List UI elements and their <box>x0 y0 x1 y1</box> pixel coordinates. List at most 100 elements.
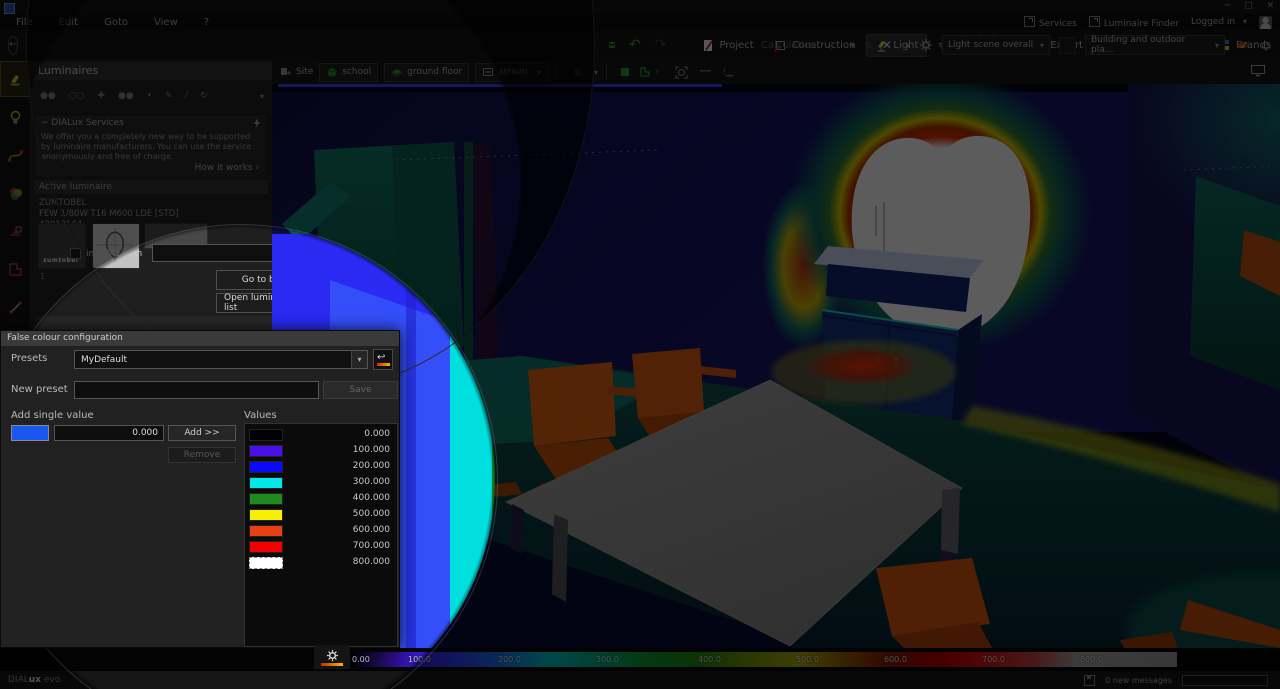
value-row[interactable]: 600.000 <box>245 523 397 539</box>
luminaire-thumbnail-photo[interactable]: zumtobel <box>38 223 86 269</box>
single-point-icon[interactable]: • <box>147 91 152 101</box>
list-options-icon[interactable]: ⋮ <box>826 39 837 52</box>
measure-line-icon[interactable]: ╍╍ <box>700 67 711 77</box>
values-label: Values <box>244 410 277 421</box>
move-icon[interactable]: ✚ <box>97 91 105 101</box>
site-mode-button[interactable]: Site <box>280 66 313 78</box>
sidebar-item-colours[interactable] <box>1 176 29 210</box>
value-row[interactable]: 400.000 <box>245 491 397 507</box>
preset-value: MyDefault <box>75 355 351 365</box>
breadcrumb-storey[interactable]: ground floor <box>384 63 469 82</box>
dwg-plan-option[interactable]: in DWG plan <box>70 248 142 259</box>
zoom-fit-icon <box>675 66 688 79</box>
value-row[interactable]: 800.000 <box>245 555 397 571</box>
value-row[interactable]: 300.000 <box>245 475 397 491</box>
presets-label: Presets <box>11 353 47 364</box>
redo-icon[interactable]: ↷ <box>655 37 667 53</box>
pair-tool-icon[interactable]: ●● <box>40 91 56 101</box>
breadcrumb-room[interactable]: atrium ▾ <box>475 63 548 82</box>
new-value-colour-swatch[interactable] <box>11 425 49 441</box>
cancel-calculation-icon[interactable]: ✕ <box>882 38 892 52</box>
value-colour-swatch <box>249 461 283 473</box>
sidebar-item-floorplan[interactable] <box>1 252 29 286</box>
false-colour-icon[interactable] <box>1234 39 1251 51</box>
chevron-down-icon[interactable]: ▾ <box>851 41 855 50</box>
value-colour-swatch <box>249 509 283 521</box>
gear-icon[interactable] <box>919 38 933 52</box>
sidebar-item-light-scenes[interactable] <box>1 138 29 172</box>
draw-line-icon[interactable]: ✎ <box>165 91 173 101</box>
edit-icon[interactable]: ✎ <box>864 39 873 52</box>
undo-icon[interactable]: ↶ <box>629 37 641 53</box>
zoom-fit-button[interactable] <box>675 66 688 79</box>
remove-value-button[interactable]: Remove <box>168 447 236 463</box>
reset-preset-button[interactable]: ↩ <box>373 349 393 370</box>
messages-label[interactable]: 0 new messages <box>1105 676 1172 685</box>
sidebar-item-luminaires[interactable] <box>1 62 29 96</box>
floorplan-view-button[interactable]: › <box>639 66 659 78</box>
sidebar-item-furniture[interactable] <box>1 214 29 248</box>
scene-3d-view[interactable] <box>272 84 1280 648</box>
dwg-checkbox[interactable] <box>70 248 81 259</box>
light-scene-dropdown[interactable]: Light scene overall▾ <box>942 35 1050 55</box>
monitor-icon <box>1250 64 1266 77</box>
bell-icon[interactable] <box>1260 39 1272 52</box>
menu-view[interactable]: View <box>154 17 178 28</box>
chevron-down-icon: ▾ <box>1215 41 1219 50</box>
save-icon[interactable] <box>609 38 615 52</box>
value-row[interactable]: 0.000 <box>245 427 397 443</box>
menu-help[interactable]: ? <box>204 17 209 28</box>
false-colour-scale-bar: 0.00 100.0 200.0 300.0 400.0 500.0 600.0… <box>0 648 1280 670</box>
colour-bar-icon <box>377 363 390 366</box>
logged-in-dropdown[interactable]: Logged in ▾ <box>1191 17 1247 27</box>
scene-options-button[interactable] <box>1059 37 1076 54</box>
false-colour-gradient: 0.00 100.0 200.0 300.0 400.0 500.0 600.0… <box>350 652 1177 667</box>
view-direction-button[interactable]: ▾ <box>573 66 598 78</box>
rotate-icon[interactable]: ↻ <box>200 91 208 101</box>
save-preset-button[interactable]: Save <box>323 381 398 399</box>
annotation-icon[interactable]: !▁ <box>722 67 733 77</box>
value-row[interactable]: 100.000 <box>245 443 397 459</box>
back-button[interactable]: ← <box>8 36 18 55</box>
ceiling-edge-highlight <box>278 84 722 87</box>
value-row[interactable]: 700.000 <box>245 539 397 555</box>
avatar[interactable] <box>1259 16 1272 29</box>
circle-arrange-icon[interactable]: ○○ <box>69 91 85 101</box>
tab-project[interactable]: Project <box>693 34 763 57</box>
new-value-input[interactable]: 0.000 <box>54 425 164 441</box>
value-row[interactable]: 500.000 <box>245 507 397 523</box>
display-mode-button[interactable] <box>1250 64 1266 80</box>
sidebar-item-tools[interactable] <box>1 290 29 324</box>
chevron-down-icon[interactable]: ▾ <box>906 41 910 50</box>
how-it-works-link[interactable]: How it works › <box>195 163 259 173</box>
menu-file[interactable]: File <box>16 17 33 28</box>
value-row[interactable]: 200.000 <box>245 459 397 475</box>
services-link[interactable]: Services <box>1024 16 1077 29</box>
minimize-button[interactable]: ─ <box>1225 1 1230 11</box>
breadcrumb-building[interactable]: school <box>319 63 378 82</box>
dialog-title[interactable]: False colour configuration <box>1 331 399 346</box>
close-button[interactable]: ✕ <box>1266 1 1274 11</box>
chevron-down-icon[interactable]: ▾ <box>260 92 264 101</box>
new-preset-input[interactable] <box>74 381 319 399</box>
services-description: We offer you a completely new way to be … <box>35 131 267 163</box>
profile-dropdown[interactable]: Building and outdoor pla...▾ <box>1085 35 1225 55</box>
cube-view-icon[interactable] <box>619 66 631 78</box>
menu-edit[interactable]: Edit <box>59 17 78 28</box>
display-options-button[interactable] <box>314 645 350 669</box>
project-icon <box>702 39 715 52</box>
luminaire-thumbnail-photometric[interactable] <box>92 223 140 269</box>
add-value-button[interactable]: Add >> <box>168 425 236 441</box>
sidebar-item-lamps[interactable] <box>1 100 29 134</box>
presets-dropdown[interactable]: MyDefault ▾ <box>74 350 368 369</box>
row-arrange-icon[interactable]: ●● <box>118 91 134 101</box>
scale-tick-label: 0.00 <box>352 655 370 664</box>
progress-bar <box>1182 675 1268 686</box>
luminaire-finder-link[interactable]: Luminaire Finder <box>1089 16 1179 29</box>
maximize-button[interactable]: □ <box>1244 1 1253 11</box>
building-icon <box>326 66 338 78</box>
line-icon[interactable]: ⁄ <box>186 91 188 101</box>
luminaire-icon <box>7 71 24 88</box>
services-section-header[interactable]: − DIALux Services <box>35 115 267 131</box>
menu-goto[interactable]: Goto <box>104 17 128 28</box>
